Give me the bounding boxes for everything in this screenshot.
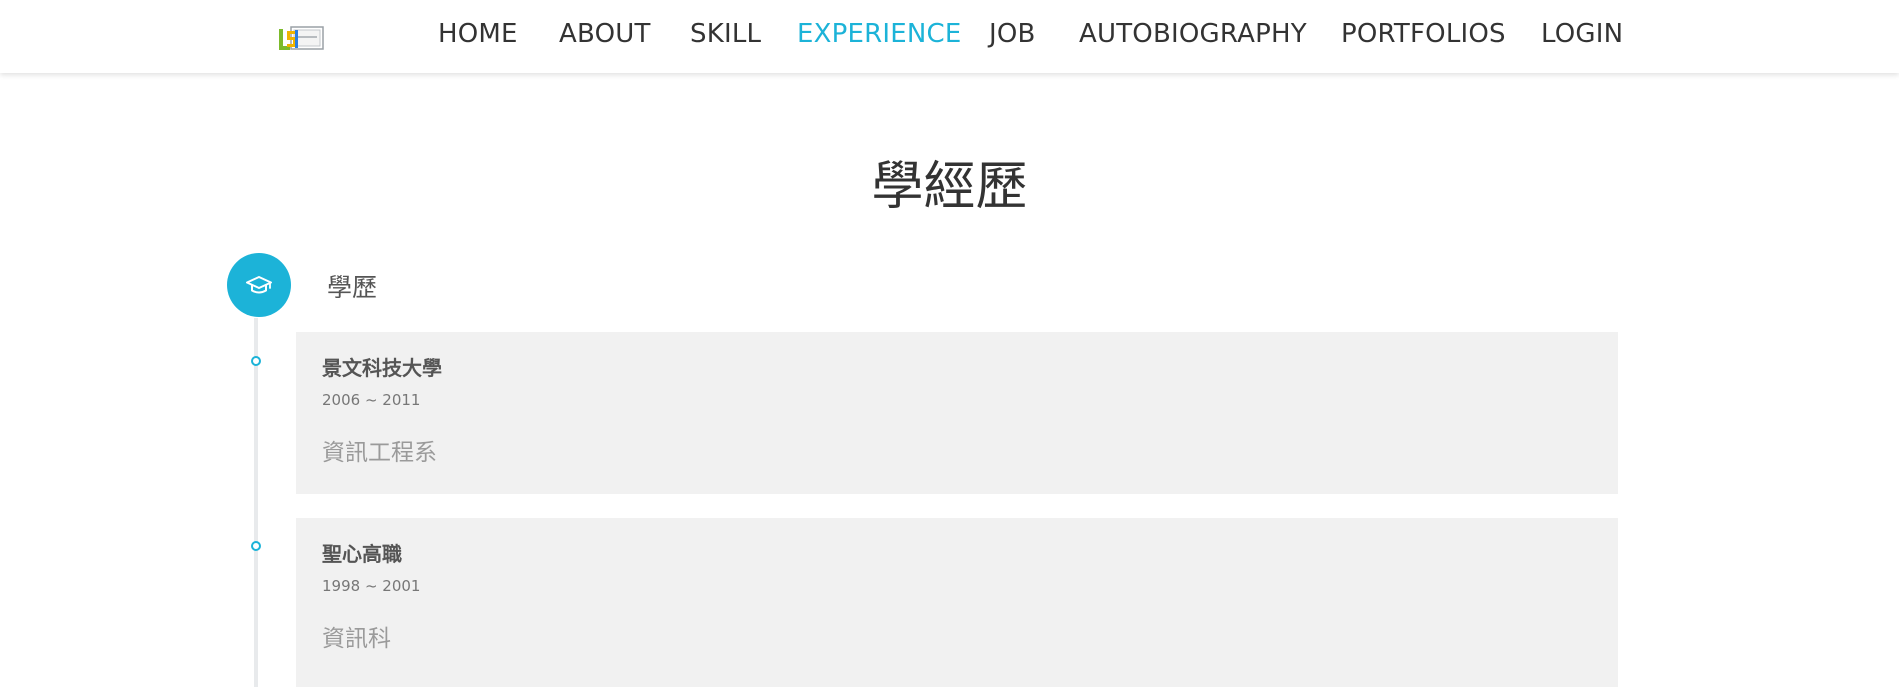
education-section-title: 學歷 [327, 273, 378, 302]
nav-about[interactable]: ABOUT [559, 19, 651, 49]
study-period: 2006 ~ 2011 [322, 391, 421, 409]
site-logo[interactable] [277, 25, 327, 53]
graduation-cap-icon [246, 276, 272, 294]
department: 資訊工程系 [322, 440, 437, 466]
school-name: 景文科技大學 [322, 356, 442, 380]
nav-portfolios[interactable]: PORTFOLIOS [1341, 19, 1506, 49]
timeline-line [254, 318, 258, 687]
top-navbar: HOME ABOUT SKILL EXPERIENCE JOB AUTOBIOG… [0, 0, 1899, 73]
nav-login[interactable]: LOGIN [1541, 19, 1623, 49]
nav-experience[interactable]: EXPERIENCE [797, 19, 962, 49]
timeline-dot [251, 541, 261, 551]
nav-autobiography[interactable]: AUTOBIOGRAPHY [1079, 19, 1307, 49]
nav-skill[interactable]: SKILL [690, 19, 761, 49]
study-period: 1998 ~ 2001 [322, 577, 421, 595]
timeline-dot [251, 356, 261, 366]
nav-home[interactable]: HOME [438, 19, 518, 49]
education-card: 景文科技大學 2006 ~ 2011 資訊工程系 [296, 332, 1618, 494]
page-title: 學經歷 [871, 157, 1028, 217]
nav-job[interactable]: JOB [989, 19, 1036, 49]
education-section-badge [227, 253, 291, 317]
school-name: 聖心高職 [322, 542, 402, 566]
education-card: 聖心高職 1998 ~ 2001 資訊科 [296, 518, 1618, 687]
department: 資訊科 [322, 626, 391, 652]
